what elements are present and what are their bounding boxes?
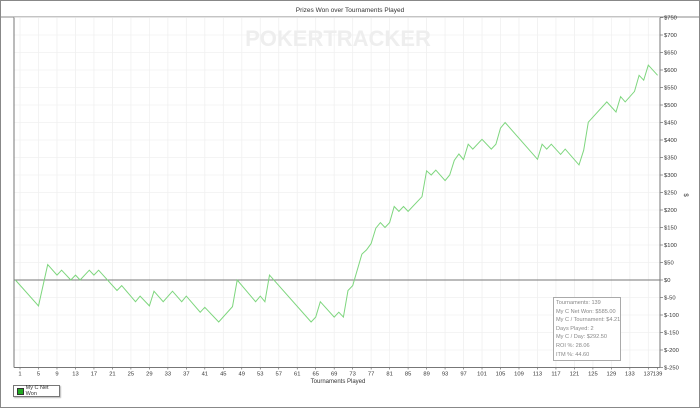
series-line-my-c-net-won [15, 64, 658, 323]
x-tick-label: 13 [72, 372, 78, 378]
x-tick-label: 77 [368, 372, 374, 378]
x-tick-label: 105 [496, 372, 506, 378]
y-tick-label: $250 [664, 191, 677, 197]
x-tick-label: 109 [514, 372, 524, 378]
y-tick-label: $500 [664, 103, 677, 109]
stat-per-tournament: My C / Tournament: $4.21 [556, 317, 621, 324]
y-tick-label: $-100 [664, 313, 679, 319]
x-tick-label: 117 [551, 372, 560, 378]
y-axis-label: $ [682, 193, 688, 197]
x-tick-label: 9 [55, 372, 58, 378]
x-tick-label: 65 [312, 372, 318, 378]
stats-box: Tournaments: 139 My C Net Won: $585.00 M… [553, 297, 621, 361]
x-tick-label: 93 [442, 372, 448, 378]
y-tick-label: $-50 [664, 296, 676, 302]
x-tick-label: 41 [202, 372, 208, 378]
x-tick-label: 45 [220, 372, 226, 378]
x-tick-label: 137 [644, 372, 654, 378]
stat-tournaments: Tournaments: 139 [556, 300, 601, 306]
stat-itm: ITM %: 44.60 [556, 351, 590, 358]
y-tick-label: $600 [664, 68, 677, 74]
x-tick-label: 125 [588, 372, 598, 378]
x-tick-label: 25 [128, 372, 134, 378]
x-tick-label: 5 [37, 372, 40, 378]
x-tick-label: 17 [91, 372, 97, 378]
x-tick-label: 1 [18, 372, 21, 378]
x-tick-label: 49 [239, 372, 245, 378]
x-tick-label: 29 [146, 372, 152, 378]
x-tick-label: 133 [625, 372, 635, 378]
stat-roi: ROI %: 28.06 [556, 342, 590, 349]
x-tick-label: 129 [607, 372, 617, 378]
x-tick-label: 53 [257, 372, 263, 378]
x-tick-label: 61 [294, 372, 300, 378]
legend-label: My C Net Won [25, 385, 49, 397]
x-tick-label: 97 [460, 372, 466, 378]
x-tick-label: 21 [109, 372, 115, 378]
x-axis-label: Tournaments Played [311, 379, 366, 385]
x-tick-label: 81 [386, 372, 392, 378]
x-tick-label: 37 [183, 372, 189, 378]
series-group [15, 64, 658, 323]
legend[interactable]: My C Net Won [13, 385, 60, 397]
x-tick-label: 101 [477, 372, 487, 378]
x-tick-label: 139 [653, 372, 663, 378]
y-tick-label: $350 [664, 156, 677, 162]
y-tick-label: $700 [664, 33, 677, 39]
x-tick-label: 85 [405, 372, 411, 378]
x-tick-label: 73 [349, 372, 355, 378]
y-tick-label: $400 [664, 138, 677, 144]
x-tick-label: 113 [533, 372, 542, 378]
y-tick-label: $550 [664, 86, 677, 92]
y-tick-label: $450 [664, 121, 677, 127]
x-tick-label: 89 [423, 372, 429, 378]
y-tick-label: $-200 [664, 348, 679, 354]
x-tick-label: 69 [331, 372, 337, 378]
y-tick-label: $50 [664, 261, 674, 267]
x-tick-label: 57 [276, 372, 282, 378]
y-tick-label: $150 [664, 226, 677, 232]
y-tick-label: $650 [664, 51, 677, 57]
x-tick-label: 33 [165, 372, 171, 378]
y-tick-label: $300 [664, 173, 677, 179]
stat-net-won: My C Net Won: $585.00 [556, 308, 616, 315]
y-tick-label: $100 [664, 243, 677, 249]
y-tick-label: $0 [664, 278, 670, 284]
y-tick-label: $-250 [664, 366, 679, 372]
stat-days-played: Days Played: 2 [556, 325, 594, 332]
legend-swatch [17, 387, 24, 395]
y-tick-label: $200 [664, 208, 677, 214]
y-tick-label: $750 [664, 16, 677, 22]
stat-per-day: My C / Day: $292.50 [556, 334, 607, 341]
y-tick-label: $-150 [664, 331, 679, 337]
chart-title: Prizes Won over Tournaments Played [296, 7, 405, 14]
watermark-logo: POKERTRACKER [245, 26, 431, 51]
x-tick-label: 121 [570, 372, 580, 378]
